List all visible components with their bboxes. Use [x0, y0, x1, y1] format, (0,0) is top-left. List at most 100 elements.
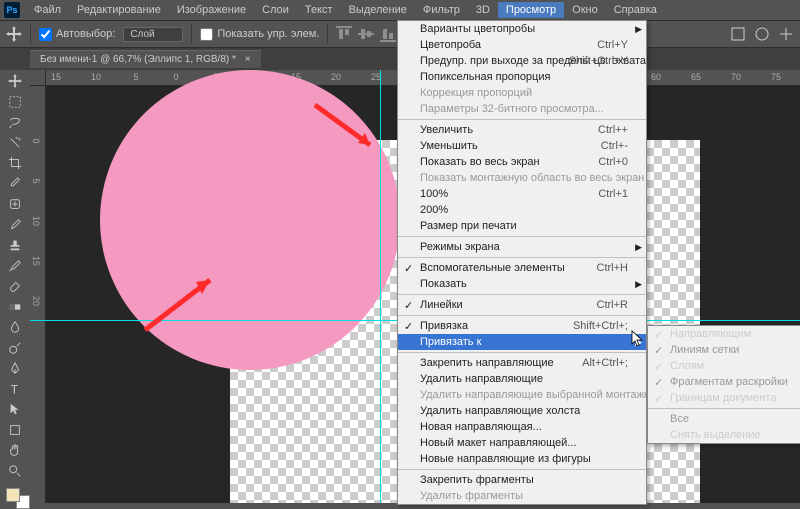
menu-справка[interactable]: Справка [606, 2, 665, 18]
ruler-tick: 60 [651, 72, 661, 82]
menu-item[interactable]: ПривязкаShift+Ctrl+; [398, 318, 646, 334]
menu-item[interactable]: Закрепить направляющиеAlt+Ctrl+; [398, 355, 646, 371]
mode-icon-2[interactable] [754, 26, 770, 42]
crop-tool[interactable] [4, 154, 26, 173]
submenu-item[interactable]: Снять выделение [648, 427, 800, 443]
menu-слои[interactable]: Слои [254, 2, 297, 18]
menu-item[interactable]: Новый макет направляющей... [398, 435, 646, 451]
menu-item[interactable]: УменьшитьCtrl+- [398, 138, 646, 154]
fg-color-swatch[interactable] [6, 488, 20, 502]
ruler-tick: 70 [731, 72, 741, 82]
menu-item[interactable]: Размер при печати [398, 218, 646, 234]
menu-item[interactable]: Новые направляющие из фигуры [398, 451, 646, 467]
menu-окно[interactable]: Окно [564, 2, 606, 18]
menu-item: Параметры 32-битного просмотра... [398, 101, 646, 117]
lasso-tool[interactable] [4, 113, 26, 132]
menu-item[interactable]: Показать во весь экранCtrl+0 [398, 154, 646, 170]
menu-item: Показать монтажную область во весь экран [398, 170, 646, 186]
eraser-tool[interactable] [4, 277, 26, 296]
menu-item[interactable]: Привязать к▶ [398, 334, 646, 350]
menu-item[interactable]: ЛинейкиCtrl+R [398, 297, 646, 313]
menu-item: Удалить направляющие выбранной монтажной… [398, 387, 646, 403]
menu-item[interactable]: Показать▶ [398, 276, 646, 292]
menu-item[interactable]: Предупр. при выходе за пределы цв. охват… [398, 53, 646, 69]
blur-tool[interactable] [4, 318, 26, 337]
view-menu-dropdown[interactable]: Варианты цветопробы▶ЦветопробаCtrl+YПред… [397, 20, 647, 505]
heal-tool[interactable] [4, 195, 26, 214]
menu-item[interactable]: Удалить направляющие [398, 371, 646, 387]
eyedropper-tool[interactable] [4, 175, 26, 194]
ruler-tick: 65 [691, 72, 701, 82]
menu-item[interactable]: 100%Ctrl+1 [398, 186, 646, 202]
brush-tool[interactable] [4, 216, 26, 235]
ruler-tick: 75 [771, 72, 781, 82]
show-controls-checkbox[interactable]: Показать упр. элем. [200, 28, 319, 41]
marquee-tool[interactable] [4, 93, 26, 112]
ruler-tick: 10 [91, 72, 101, 82]
ruler-tick: 10 [31, 216, 41, 226]
menu-item[interactable]: Режимы экрана▶ [398, 239, 646, 255]
hand-tool[interactable] [4, 441, 26, 460]
shape-tool[interactable] [4, 421, 26, 440]
svg-text:T: T [11, 382, 19, 396]
menu-item[interactable]: Закрепить фрагменты [398, 472, 646, 488]
menu-item: Коррекция пропорций [398, 85, 646, 101]
snap-to-submenu[interactable]: НаправляющимЛиниям сеткиСлоямФрагментам … [647, 325, 800, 444]
menu-файл[interactable]: Файл [26, 2, 69, 18]
annotation-arrow-2 [140, 270, 230, 340]
ruler-tick: 0 [31, 138, 41, 143]
dodge-tool[interactable] [4, 339, 26, 358]
align-top-icon[interactable] [336, 26, 352, 42]
color-swatches[interactable] [6, 488, 24, 503]
submenu-item: Линиям сетки [648, 342, 800, 358]
ruler-tick: 20 [31, 296, 41, 306]
align-bottom-icon[interactable] [380, 26, 396, 42]
menu-редактирование[interactable]: Редактирование [69, 2, 169, 18]
submenu-item[interactable]: Границам документа [648, 390, 800, 406]
menu-item: Удалить фрагменты [398, 488, 646, 504]
menu-item[interactable]: Попиксельная пропорция [398, 69, 646, 85]
menu-текст[interactable]: Текст [297, 2, 341, 18]
gradient-tool[interactable] [4, 298, 26, 317]
menu-item[interactable]: 200% [398, 202, 646, 218]
ruler-tick: 15 [51, 72, 61, 82]
stamp-tool[interactable] [4, 236, 26, 255]
submenu-item: Все [648, 411, 800, 427]
menu-item[interactable]: Варианты цветопробы▶ [398, 21, 646, 37]
menu-item[interactable]: Удалить направляющие холста [398, 403, 646, 419]
history-brush-tool[interactable] [4, 257, 26, 276]
3d-mode-icon[interactable] [730, 26, 746, 42]
close-tab-icon[interactable]: × [245, 54, 251, 65]
submenu-item[interactable]: Направляющим [648, 326, 800, 342]
autoselect-dropdown[interactable]: Слой [123, 27, 183, 42]
move-tool[interactable] [4, 72, 26, 91]
menubar: Ps ФайлРедактированиеИзображениеСлоиТекс… [0, 0, 800, 20]
ruler-origin[interactable] [30, 70, 46, 86]
pen-tool[interactable] [4, 359, 26, 378]
menu-изображение[interactable]: Изображение [169, 2, 254, 18]
document-tab[interactable]: Без имени-1 @ 66,7% (Эллипс 1, RGB/8) * … [30, 50, 261, 68]
menu-выделение[interactable]: Выделение [341, 2, 415, 18]
menu-3d[interactable]: 3D [468, 2, 498, 18]
zoom-tool[interactable] [4, 462, 26, 481]
ruler-tick: 20 [331, 72, 341, 82]
path-select-tool[interactable] [4, 400, 26, 419]
menu-фильтр[interactable]: Фильтр [415, 2, 468, 18]
annotation-arrow-1 [310, 100, 390, 160]
menu-item[interactable]: Вспомогательные элементыCtrl+H [398, 260, 646, 276]
ruler-tick: 5 [31, 178, 41, 183]
menu-item[interactable]: ЦветопробаCtrl+Y [398, 37, 646, 53]
align-vcenter-icon[interactable] [358, 26, 374, 42]
menu-просмотр[interactable]: Просмотр [498, 2, 564, 18]
ruler-vertical[interactable]: 05101520 [30, 86, 46, 503]
move-tool-icon [6, 26, 22, 42]
wand-tool[interactable] [4, 134, 26, 153]
submenu-item: Фрагментам раскройки [648, 374, 800, 390]
type-tool[interactable]: T [4, 380, 26, 399]
autoselect-checkbox[interactable]: Автовыбор: [39, 28, 115, 41]
mode-icon-3[interactable] [778, 26, 794, 42]
ruler-tick: 0 [173, 72, 178, 82]
menu-item[interactable]: Новая направляющая... [398, 419, 646, 435]
menu-item[interactable]: УвеличитьCtrl++ [398, 122, 646, 138]
submenu-item[interactable]: Слоям [648, 358, 800, 374]
